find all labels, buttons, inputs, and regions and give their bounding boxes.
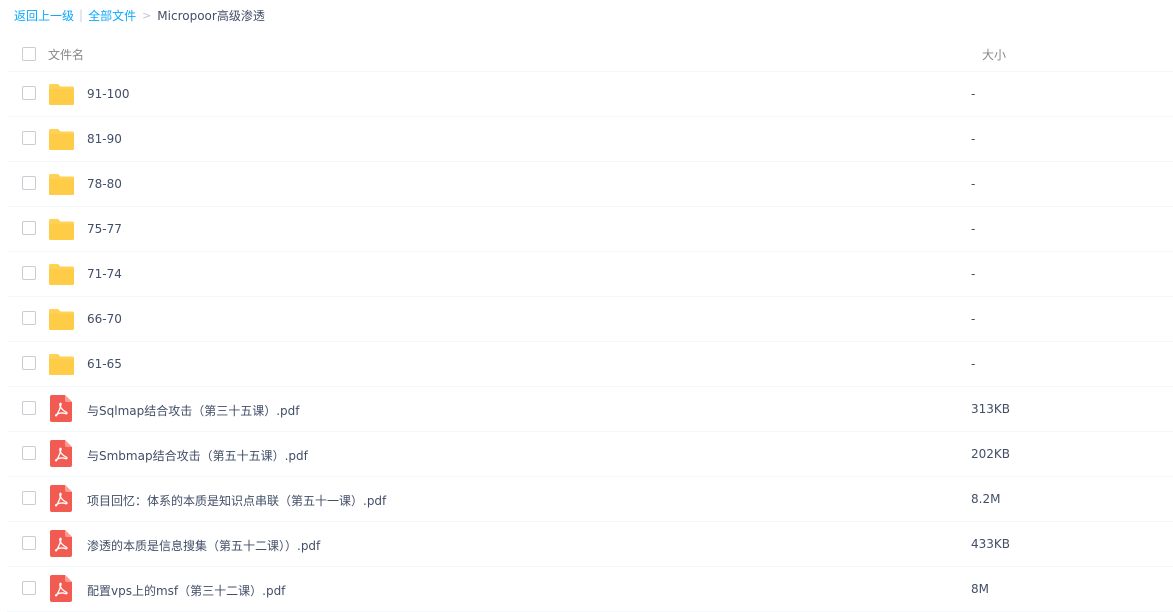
row-checkbox[interactable] <box>22 446 36 460</box>
file-name[interactable]: 61-65 <box>87 357 122 371</box>
file-size: 202KB <box>971 447 1011 461</box>
row-checkbox[interactable] <box>22 131 36 145</box>
file-name[interactable]: 75-77 <box>87 222 122 236</box>
folder-row[interactable]: 71-74 - <box>7 252 1173 297</box>
folder-row[interactable]: 61-65 - <box>7 342 1173 387</box>
row-checkbox[interactable] <box>22 311 36 325</box>
file-name[interactable]: 78-80 <box>87 177 122 191</box>
file-name[interactable]: 项目回忆：体系的本质是知识点串联（第五十一课）.pdf <box>87 492 386 509</box>
breadcrumb: 返回上一级 | 全部文件 > Micropoor高级渗透 <box>14 6 265 24</box>
file-size: - <box>971 357 976 371</box>
file-size: - <box>971 312 976 326</box>
row-checkbox[interactable] <box>22 86 36 100</box>
pdf-icon <box>50 530 77 557</box>
file-name[interactable]: 81-90 <box>87 132 122 146</box>
file-list: 91-100-81-90-78-80-75-77-71-74-66-70-61-… <box>7 72 1173 612</box>
select-all-checkbox[interactable] <box>22 47 36 61</box>
pdf-icon <box>50 485 77 512</box>
file-size: 8M <box>971 582 989 596</box>
file-row[interactable]: 渗透的本质是信息搜集（第五十二课））.pdf 433KB <box>7 522 1173 567</box>
file-size: - <box>971 132 976 146</box>
folder-icon <box>48 262 75 289</box>
file-name[interactable]: 与Smbmap结合攻击（第五十五课）.pdf <box>87 447 308 464</box>
file-name[interactable]: 71-74 <box>87 267 122 281</box>
row-checkbox[interactable] <box>22 491 36 505</box>
file-name[interactable]: 配置vps上的msf（第三十二课）.pdf <box>87 582 285 599</box>
row-checkbox[interactable] <box>22 401 36 415</box>
file-list-header: 文件名 大小 <box>7 36 1173 72</box>
file-size: - <box>971 177 976 191</box>
file-name[interactable]: 91-100 <box>87 87 130 101</box>
file-row[interactable]: 项目回忆：体系的本质是知识点串联（第五十一课）.pdf 8.2M <box>7 477 1173 522</box>
file-size: 8.2M <box>971 492 1001 506</box>
file-name[interactable]: 66-70 <box>87 312 122 326</box>
folder-icon <box>48 127 75 154</box>
row-checkbox[interactable] <box>22 221 36 235</box>
breadcrumb-separator: | <box>79 8 84 22</box>
file-row[interactable]: 与Sqlmap结合攻击（第三十五课）.pdf 313KB <box>7 387 1173 432</box>
size-column-header[interactable]: 大小 <box>982 46 1006 63</box>
pdf-icon <box>50 575 77 602</box>
folder-row[interactable]: 78-80 - <box>7 162 1173 207</box>
breadcrumb-arrow: > <box>142 8 152 22</box>
row-checkbox[interactable] <box>22 176 36 190</box>
folder-row[interactable]: 81-90 - <box>7 117 1173 162</box>
row-checkbox[interactable] <box>22 356 36 370</box>
folder-icon <box>48 217 75 244</box>
pdf-icon <box>50 395 77 422</box>
folder-icon <box>48 352 75 379</box>
row-checkbox[interactable] <box>22 581 36 595</box>
current-folder-label: Micropoor高级渗透 <box>157 8 265 23</box>
file-row[interactable]: 配置vps上的msf（第三十二课）.pdf 8M <box>7 567 1173 612</box>
folder-row[interactable]: 75-77 - <box>7 207 1173 252</box>
file-name[interactable]: 渗透的本质是信息搜集（第五十二课））.pdf <box>87 537 320 554</box>
file-size: 433KB <box>971 537 1011 551</box>
folder-icon <box>48 172 75 199</box>
file-size: - <box>971 267 976 281</box>
file-row[interactable]: 与Smbmap结合攻击（第五十五课）.pdf 202KB <box>7 432 1173 477</box>
file-name[interactable]: 与Sqlmap结合攻击（第三十五课）.pdf <box>87 402 300 419</box>
name-column-header[interactable]: 文件名 <box>48 46 84 63</box>
row-checkbox[interactable] <box>22 266 36 280</box>
back-link[interactable]: 返回上一级 <box>14 7 74 24</box>
file-size: - <box>971 222 976 236</box>
folder-icon <box>48 82 75 109</box>
file-size: 313KB <box>971 402 1011 416</box>
file-size: - <box>971 87 976 101</box>
all-files-link[interactable]: 全部文件 <box>88 7 136 24</box>
pdf-icon <box>50 440 77 467</box>
folder-icon <box>48 307 75 334</box>
folder-row[interactable]: 66-70 - <box>7 297 1173 342</box>
row-checkbox[interactable] <box>22 536 36 550</box>
folder-row[interactable]: 91-100 - <box>7 72 1173 117</box>
